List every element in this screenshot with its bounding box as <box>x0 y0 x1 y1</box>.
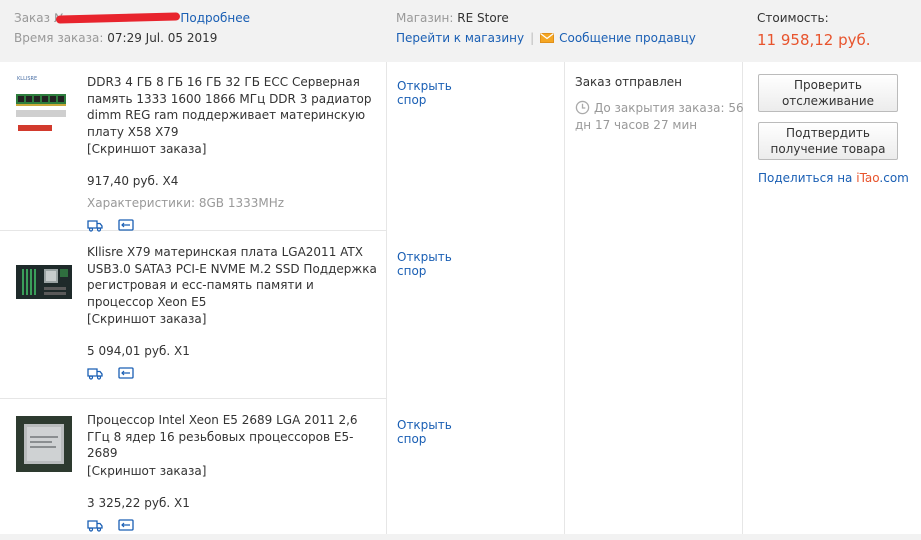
clock-icon <box>575 100 590 115</box>
message-seller-link[interactable]: Сообщение продавцу <box>540 31 696 45</box>
message-seller-label: Сообщение продавцу <box>559 31 696 45</box>
store-label: Магазин: <box>396 11 454 25</box>
order-cost: Стоимость: 11 958,12 руб. <box>757 8 871 51</box>
check-tracking-button[interactable]: Проверить отслеживание <box>758 74 898 112</box>
close-countdown: До закрытия заказа: 56 дн 17 часов 27 ми… <box>575 100 745 134</box>
store-info: Магазин: RE Store Перейти к магазину | Соо… <box>396 8 696 48</box>
thumb-brand-text: KLLISRE <box>17 76 37 82</box>
share-prefix: Поделиться на <box>758 171 857 185</box>
open-dispute-link[interactable]: Открыть спор <box>397 250 452 278</box>
status-title: Заказ отправлен <box>575 75 682 89</box>
product-characteristics: Характеристики: 8GB 1333MHz <box>87 196 285 210</box>
redaction-mark <box>55 12 181 24</box>
product-info: DDR3 4 ГБ 8 ГБ 16 ГБ 32 ГБ ECC Серверная… <box>87 74 379 234</box>
order-screenshot-link[interactable]: [Скриншот заказа] <box>87 311 379 328</box>
product-price: 917,40 руб. X4 <box>87 174 179 188</box>
order-status: Заказ отправлен До закрытия заказа: 56 д… <box>575 74 745 134</box>
product-thumbnail-motherboard[interactable] <box>14 253 74 313</box>
truck-icon[interactable] <box>87 366 103 380</box>
countdown-text: До закрытия заказа: 56 дн 17 часов 27 ми… <box>575 101 744 132</box>
product-info: Процессор Intel Xeon E5 2689 LGA 2011 2,… <box>87 412 379 534</box>
go-to-store-link[interactable]: Перейти к магазину <box>396 31 524 45</box>
product-thumbnail-ram[interactable]: KLLISRE <box>14 74 74 134</box>
product-row: KLLISRE DDR3 4 ГБ 8 ГБ 16 ГБ 32 ГБ ECC С… <box>0 62 452 232</box>
share-brand: iTao <box>856 171 880 185</box>
column-divider <box>564 62 565 534</box>
order-header: Заказ № Подробнее Время заказа: 07:29 Ju… <box>0 0 921 62</box>
product-price: 3 325,22 руб. X1 <box>87 495 190 510</box>
store-name: RE Store <box>457 11 509 25</box>
order-screenshot-link[interactable]: [Скриншот заказа] <box>87 141 379 158</box>
product-actions <box>87 518 379 534</box>
column-divider <box>386 62 387 534</box>
product-price: 5 094,01 руб. X1 <box>87 344 190 358</box>
product-title[interactable]: Процессор Intel Xeon E5 2689 LGA 2011 2,… <box>87 412 379 462</box>
order-meta: Заказ № Подробнее Время заказа: 07:29 Ju… <box>14 8 250 48</box>
order-details-link[interactable]: Подробнее <box>180 11 250 25</box>
receipt-icon[interactable] <box>118 518 134 532</box>
receipt-icon[interactable] <box>118 366 134 380</box>
mail-icon <box>540 33 555 43</box>
order-time-value: 07:29 Jul. 05 2019 <box>107 31 218 45</box>
order-number: Заказ № <box>14 8 181 28</box>
cost-value: 11 958,12 руб. <box>757 31 871 49</box>
order-card: Заказ № Подробнее Время заказа: 07:29 Ju… <box>0 0 921 540</box>
order-time-label: Время заказа: <box>14 31 104 45</box>
product-title[interactable]: DDR3 4 ГБ 8 ГБ 16 ГБ 32 ГБ ECC Серверная… <box>87 74 379 140</box>
bottom-divider <box>0 534 921 540</box>
cost-label: Стоимость: <box>757 11 829 25</box>
order-body: KLLISRE DDR3 4 ГБ 8 ГБ 16 ГБ 32 ГБ ECC С… <box>0 62 921 534</box>
open-dispute-link[interactable]: Открыть спор <box>397 418 452 446</box>
product-thumbnail-cpu[interactable] <box>14 414 74 474</box>
product-title[interactable]: Kllisre X79 материнская плата LGA2011 AT… <box>87 244 379 310</box>
confirm-receipt-button[interactable]: Подтвердить получение товара <box>758 122 898 160</box>
order-screenshot-link[interactable]: [Скриншот заказа] <box>87 463 379 480</box>
product-info: Kllisre X79 материнская плата LGA2011 AT… <box>87 244 379 382</box>
truck-icon[interactable] <box>87 518 103 532</box>
product-row: Процессор Intel Xeon E5 2689 LGA 2011 2,… <box>0 398 452 534</box>
link-separator: | <box>530 31 535 45</box>
order-actions: Проверить отслеживание Подтвердить получ… <box>758 74 909 185</box>
product-actions <box>87 366 379 382</box>
open-dispute-link[interactable]: Открыть спор <box>397 79 452 107</box>
share-itao-link[interactable]: Поделиться на iTao.com <box>758 171 909 185</box>
share-suffix: .com <box>879 171 909 185</box>
product-row: Kllisre X79 материнская плата LGA2011 AT… <box>0 230 452 398</box>
